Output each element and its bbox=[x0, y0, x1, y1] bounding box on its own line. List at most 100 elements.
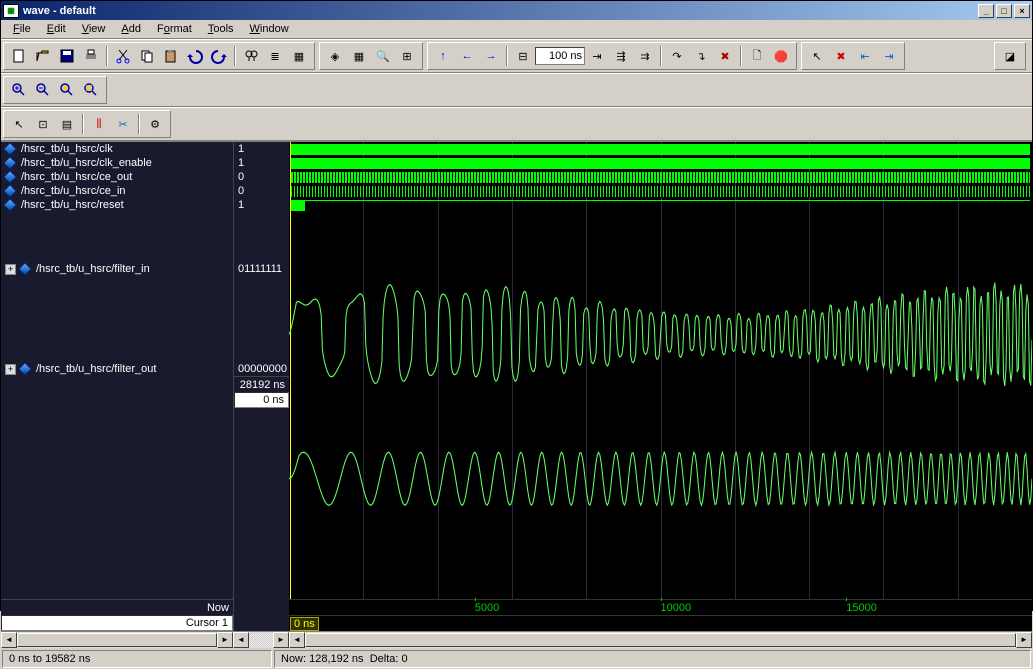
signal-row[interactable]: + /hsrc_tb/u_hsrc/filter_out bbox=[1, 362, 233, 376]
minimize-button[interactable]: _ bbox=[978, 4, 994, 18]
now-label: Now bbox=[1, 599, 233, 615]
scroll-right-icon[interactable]: ► bbox=[1016, 632, 1032, 648]
value-cell: 1 bbox=[234, 198, 289, 212]
expand-icon[interactable]: + bbox=[5, 364, 16, 375]
run-all-icon[interactable]: ⇶ bbox=[610, 45, 632, 67]
signal-row[interactable]: /hsrc_tb/u_hsrc/ce_out bbox=[1, 170, 233, 184]
menu-view[interactable]: View bbox=[74, 21, 114, 37]
menu-edit[interactable]: Edit bbox=[39, 21, 74, 37]
right-arrow-icon[interactable]: → bbox=[480, 45, 502, 67]
properties-icon[interactable]: ⚙ bbox=[144, 113, 166, 135]
scroll-right-icon[interactable]: ► bbox=[273, 632, 289, 648]
signal-row[interactable]: /hsrc_tb/u_hsrc/reset bbox=[1, 198, 233, 212]
toolbar-3: ↖ ⊡ ▤ ⫼ ✂ ⚙ bbox=[1, 107, 1032, 141]
break-icon[interactable]: 🛑 bbox=[770, 45, 792, 67]
cut-icon[interactable] bbox=[112, 45, 134, 67]
signal-cut-icon[interactable]: ✂ bbox=[112, 113, 134, 135]
signal-row[interactable]: /hsrc_tb/u_hsrc/clk bbox=[1, 142, 233, 156]
layers-icon[interactable]: ◈ bbox=[324, 45, 346, 67]
copy-icon[interactable] bbox=[136, 45, 158, 67]
waveform-area[interactable] bbox=[289, 142, 1032, 599]
app-icon: ▦ bbox=[3, 4, 19, 18]
scroll-right-icon[interactable]: ► bbox=[217, 632, 233, 648]
list-icon[interactable]: ▤ bbox=[56, 113, 78, 135]
wave-hscroll[interactable]: ◄ ► bbox=[289, 632, 1032, 647]
scroll-left-icon[interactable]: ◄ bbox=[1, 632, 17, 648]
diamond-icon bbox=[3, 170, 17, 184]
run-step-icon[interactable]: ⇥ bbox=[586, 45, 608, 67]
waveform-pane[interactable]: 5000 10000 15000 0 ns bbox=[289, 142, 1032, 631]
save-icon[interactable] bbox=[56, 45, 78, 67]
signal-hscroll[interactable]: ◄ ► bbox=[1, 632, 233, 647]
value-cell: 0 bbox=[234, 170, 289, 184]
step-icon[interactable]: ⊟ bbox=[512, 45, 534, 67]
expand-icon[interactable]: ⊞ bbox=[396, 45, 418, 67]
menu-file[interactable]: File bbox=[5, 21, 39, 37]
signal-pane: /hsrc_tb/u_hsrc/clk /hsrc_tb/u_hsrc/clk_… bbox=[1, 142, 233, 631]
menu-format[interactable]: Format bbox=[149, 21, 200, 37]
maximize-button[interactable]: □ bbox=[996, 4, 1012, 18]
zoom-out-icon[interactable] bbox=[32, 79, 54, 101]
signal-row[interactable]: /hsrc_tb/u_hsrc/clk_enable bbox=[1, 156, 233, 170]
edge-next-icon[interactable]: ⇥ bbox=[878, 45, 900, 67]
left-arrow-icon[interactable]: ← bbox=[456, 45, 478, 67]
hierarchy-icon[interactable]: ⊡ bbox=[32, 113, 54, 135]
zoom-in-icon[interactable] bbox=[8, 79, 30, 101]
now-value: 28192 ns bbox=[234, 376, 289, 392]
value-pane: 1 1 0 0 1 01111111 00000000 28192 ns 0 n… bbox=[233, 142, 289, 631]
value-cell: 0 bbox=[234, 184, 289, 198]
value-cell: 1 bbox=[234, 156, 289, 170]
continue-icon[interactable]: ⇉ bbox=[634, 45, 656, 67]
print-icon[interactable] bbox=[80, 45, 102, 67]
select-icon[interactable]: ↖ bbox=[8, 113, 30, 135]
step-over-icon[interactable]: ↷ bbox=[666, 45, 688, 67]
cursor-label: Cursor 1 bbox=[1, 615, 233, 631]
status-range: 0 ns to 19582 ns bbox=[2, 650, 272, 668]
grid-icon[interactable]: ▦ bbox=[348, 45, 370, 67]
main-area: /hsrc_tb/u_hsrc/clk /hsrc_tb/u_hsrc/clk_… bbox=[1, 141, 1032, 631]
signal-name: /hsrc_tb/u_hsrc/filter_out bbox=[36, 363, 156, 375]
menu-add[interactable]: Add bbox=[113, 21, 149, 37]
menu-tools[interactable]: Tools bbox=[200, 21, 242, 37]
signal-row[interactable]: +/hsrc_tb/u_hsrc/filter_in bbox=[1, 262, 233, 276]
paste-icon[interactable] bbox=[160, 45, 182, 67]
new-icon[interactable] bbox=[8, 45, 30, 67]
signal-row[interactable]: /hsrc_tb/u_hsrc/ce_in bbox=[1, 184, 233, 198]
zoom-region-icon[interactable] bbox=[80, 79, 102, 101]
search-icon[interactable]: 🔍 bbox=[372, 45, 394, 67]
zoom-full-icon[interactable] bbox=[56, 79, 78, 101]
time-input[interactable] bbox=[535, 47, 585, 65]
close-button[interactable]: × bbox=[1014, 4, 1030, 18]
expand-icon[interactable]: + bbox=[5, 264, 16, 275]
scroll-left-icon[interactable]: ◄ bbox=[289, 632, 305, 648]
wave-format-icon[interactable]: ⫼ bbox=[88, 113, 110, 135]
edge-prev-icon[interactable]: ⇤ bbox=[854, 45, 876, 67]
time-axis: 5000 10000 15000 bbox=[289, 599, 1032, 615]
dock-icon[interactable]: ◪ bbox=[999, 45, 1021, 67]
cursor-value: 0 ns bbox=[234, 392, 289, 408]
pointer-icon[interactable]: ↖ bbox=[806, 45, 828, 67]
diamond-icon bbox=[3, 142, 17, 156]
menu-window[interactable]: Window bbox=[242, 21, 297, 37]
cursor-add-icon[interactable]: ✖ bbox=[830, 45, 852, 67]
diamond-icon bbox=[18, 262, 32, 276]
compile-icon[interactable]: ≣ bbox=[264, 45, 286, 67]
up-arrow-icon[interactable]: ↑ bbox=[432, 45, 454, 67]
signal-list[interactable]: /hsrc_tb/u_hsrc/clk /hsrc_tb/u_hsrc/clk_… bbox=[1, 142, 233, 599]
run-icon[interactable]: ▦ bbox=[288, 45, 310, 67]
diamond-icon bbox=[3, 198, 17, 212]
stop-icon[interactable]: ✖ bbox=[714, 45, 736, 67]
signal-name: /hsrc_tb/u_hsrc/ce_in bbox=[21, 185, 126, 197]
scroll-left-icon[interactable]: ◄ bbox=[233, 632, 249, 648]
statusbar: 0 ns to 19582 ns Now: 128,192 ns Delta: … bbox=[1, 647, 1032, 669]
cursor-marker[interactable]: 0 ns bbox=[290, 617, 319, 631]
restart-icon[interactable]: 🗋 bbox=[746, 45, 768, 67]
find-icon[interactable] bbox=[240, 45, 262, 67]
diamond-icon bbox=[3, 156, 17, 170]
open-icon[interactable] bbox=[32, 45, 54, 67]
redo-icon[interactable] bbox=[208, 45, 230, 67]
value-hscroll[interactable]: ◄ ► bbox=[233, 632, 289, 647]
diamond-icon bbox=[3, 184, 17, 198]
step-into-icon[interactable]: ↴ bbox=[690, 45, 712, 67]
undo-icon[interactable] bbox=[184, 45, 206, 67]
